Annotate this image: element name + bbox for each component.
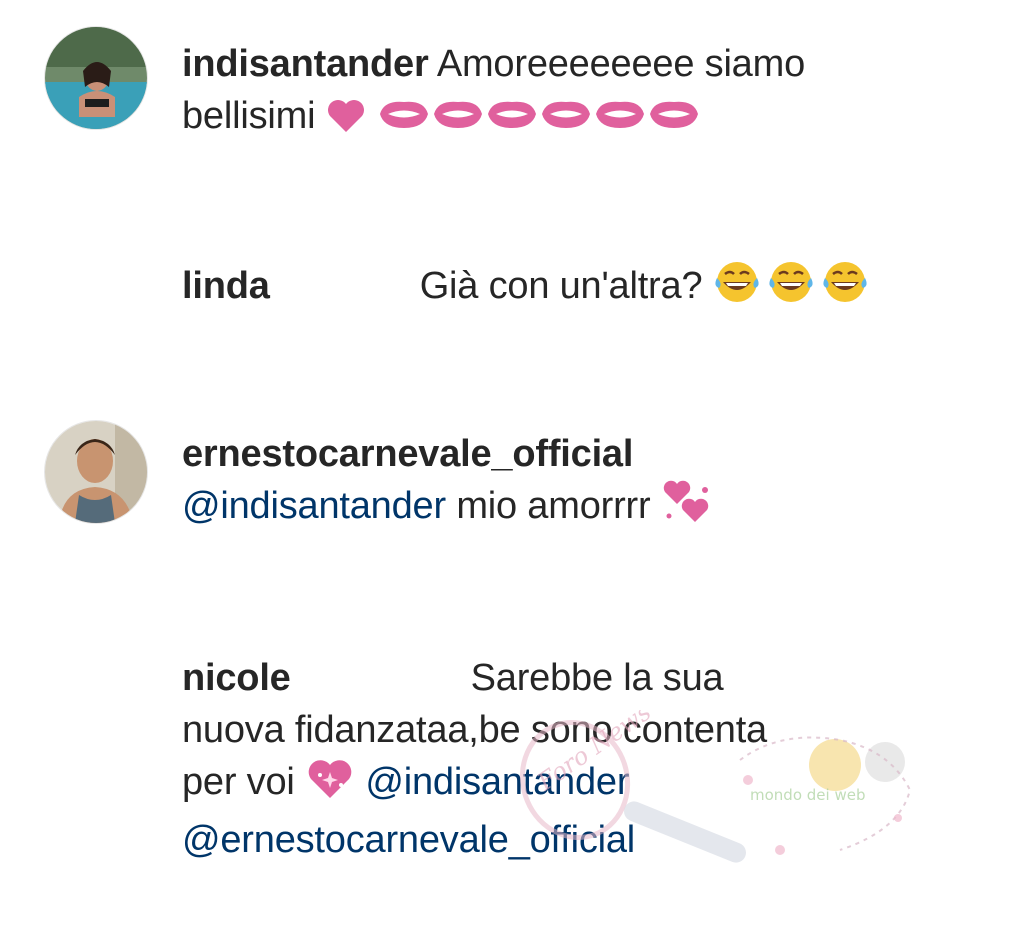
comment-text: nicole Sarebbe la sua nuova fidanzataa,be… <box>182 652 942 866</box>
comment-body: mio amorrrr <box>456 485 651 527</box>
comment-text: indisantander Amoreeeeeeee siamo bellisi… <box>182 38 942 148</box>
comment-body: Già con un'altra? <box>419 265 703 307</box>
mention-link[interactable]: @indisantander <box>182 485 446 527</box>
comment-text: linda Già con un'altra? <box>182 260 942 318</box>
comment-text: ernestocarnevale_official @indisantander… <box>182 428 942 538</box>
avatar-ernestocarnevale[interactable] <box>44 420 148 524</box>
avatar-indisantander[interactable] <box>44 26 148 130</box>
heart-icon <box>326 96 366 148</box>
username-link[interactable]: nicole <box>182 657 291 699</box>
comment-body-line2: bellisimi <box>182 95 316 137</box>
username-link[interactable]: ernestocarnevale_official <box>182 433 633 475</box>
comment-body-line2: nuova fidanzataa,be sono contenta <box>182 709 767 751</box>
sparkling-heart-icon <box>305 758 355 814</box>
mention-link[interactable]: @ernestocarnevale_official <box>182 819 635 861</box>
mention-link[interactable]: @indisantander <box>365 761 629 803</box>
laughing-tears-icons <box>713 260 869 318</box>
comment-body: Sarebbe la sua <box>470 657 724 699</box>
username-link[interactable]: indisantander <box>182 43 429 85</box>
comment-body: Amoreeeeeeee siamo <box>436 43 806 85</box>
username-link[interactable]: linda <box>182 265 270 307</box>
kiss-icons <box>376 94 706 148</box>
two-hearts-icon <box>661 480 713 538</box>
comment-body-line3: per voi <box>182 761 295 803</box>
